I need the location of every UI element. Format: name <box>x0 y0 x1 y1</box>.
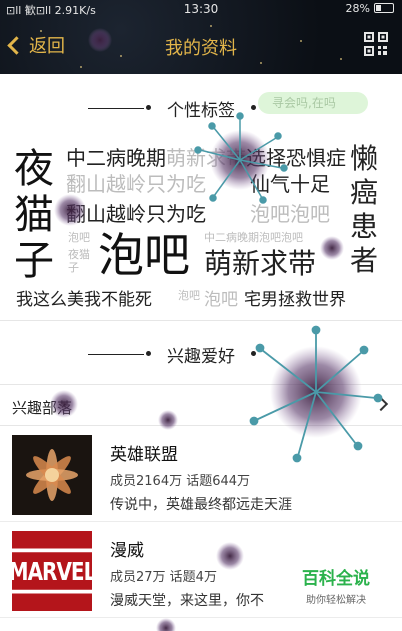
watermark-subtitle: 助你轻松解决 <box>306 595 366 606</box>
flower-image <box>12 435 92 515</box>
group-name: 漫威 <box>110 541 144 561</box>
battery-indicator: 28% <box>346 2 394 15</box>
tag-item[interactable]: 中二病晚期泡吧泡吧 <box>204 232 303 243</box>
interests-section-header: 兴趣爱好 <box>0 342 402 367</box>
divider-dot <box>251 105 256 110</box>
group-description: 漫威天堂，来这里，你不 <box>110 593 264 609</box>
nav-bar: 返回 我的资料 <box>0 18 402 74</box>
divider-line <box>88 108 144 109</box>
tag-item[interactable]: 夜猫子 <box>68 248 98 274</box>
divider-dot <box>251 351 256 356</box>
tag-item[interactable]: 选择恐惧症 <box>246 148 346 168</box>
tag-bubble: 寻会吗,在吗 <box>258 92 368 114</box>
tag-item[interactable]: 泡吧泡吧 <box>250 204 330 224</box>
tag-item[interactable]: 宅男拯救世界 <box>244 292 346 309</box>
watermark-badge: 百科全说 助你轻松解决 <box>276 558 396 606</box>
tag-item[interactable]: 泡吧 <box>98 232 190 278</box>
group-thumbnail <box>12 435 92 515</box>
tag-item[interactable]: 泡吧 <box>178 290 202 301</box>
tag-item[interactable]: 翻山越岭只为吃 <box>66 174 206 194</box>
tag-item[interactable]: 萌新求带 <box>166 148 246 168</box>
interests-section-title: 兴趣爱好 <box>167 347 235 367</box>
tag-item[interactable]: 仙气十足 <box>250 174 330 194</box>
interest-tribe-label: 兴趣部落 <box>12 399 73 417</box>
marvel-logo: MARVEL <box>12 531 92 611</box>
status-time: 13:30 <box>183 2 219 16</box>
tag-item[interactable]: 泡吧 <box>204 292 238 309</box>
section-divider <box>0 320 402 321</box>
tag-item[interactable]: 翻山越岭只为吃 <box>66 204 206 224</box>
tag-item[interactable]: 萌新求带 <box>204 250 316 278</box>
chevron-right-icon <box>373 396 389 412</box>
status-bar: ⊡ll 歓⊡ll 2.91K/s 13:30 28% <box>0 0 402 18</box>
tag-item[interactable]: 懒癌患者 <box>350 142 390 278</box>
top-bar: ⊡ll 歓⊡ll 2.91K/s 13:30 28% 返回 我的资料 <box>0 0 402 74</box>
marvel-logo-text: MARVEL <box>12 548 92 594</box>
tag-item[interactable]: 泡吧 <box>68 232 90 243</box>
tags-section-title: 个性标签 <box>167 101 235 121</box>
battery-percent: 28% <box>345 2 370 15</box>
interest-tribe-row[interactable]: 兴趣部落 <box>0 384 402 426</box>
group-item[interactable]: 英雄联盟 成员2164万 话题644万 传说中，英雄最终都远走天涯 <box>0 426 402 522</box>
group-meta: 成员27万 话题4万 <box>110 570 217 585</box>
battery-icon <box>374 3 394 13</box>
qr-code-icon[interactable] <box>364 32 388 56</box>
tag-cloud: 夜猫子 中二病晚期 萌新求带 选择恐惧症 懒癌患者 翻山越岭只为吃 仙气十足 翻… <box>0 128 402 318</box>
group-name: 英雄联盟 <box>110 445 178 465</box>
watermark-title: 百科全说 <box>302 569 370 589</box>
divider-line <box>88 354 144 355</box>
group-meta: 成员2164万 话题644万 <box>110 474 251 489</box>
tag-item[interactable]: 我这么美我不能死 <box>16 292 152 309</box>
group-description: 传说中，英雄最终都远走天涯 <box>110 497 292 513</box>
divider-dot <box>146 105 151 110</box>
page-title: 我的资料 <box>165 38 237 59</box>
divider-dot <box>146 351 151 356</box>
tag-item[interactable]: 中二病晚期 <box>66 148 166 168</box>
tag-item[interactable]: 夜猫子 <box>14 146 60 284</box>
